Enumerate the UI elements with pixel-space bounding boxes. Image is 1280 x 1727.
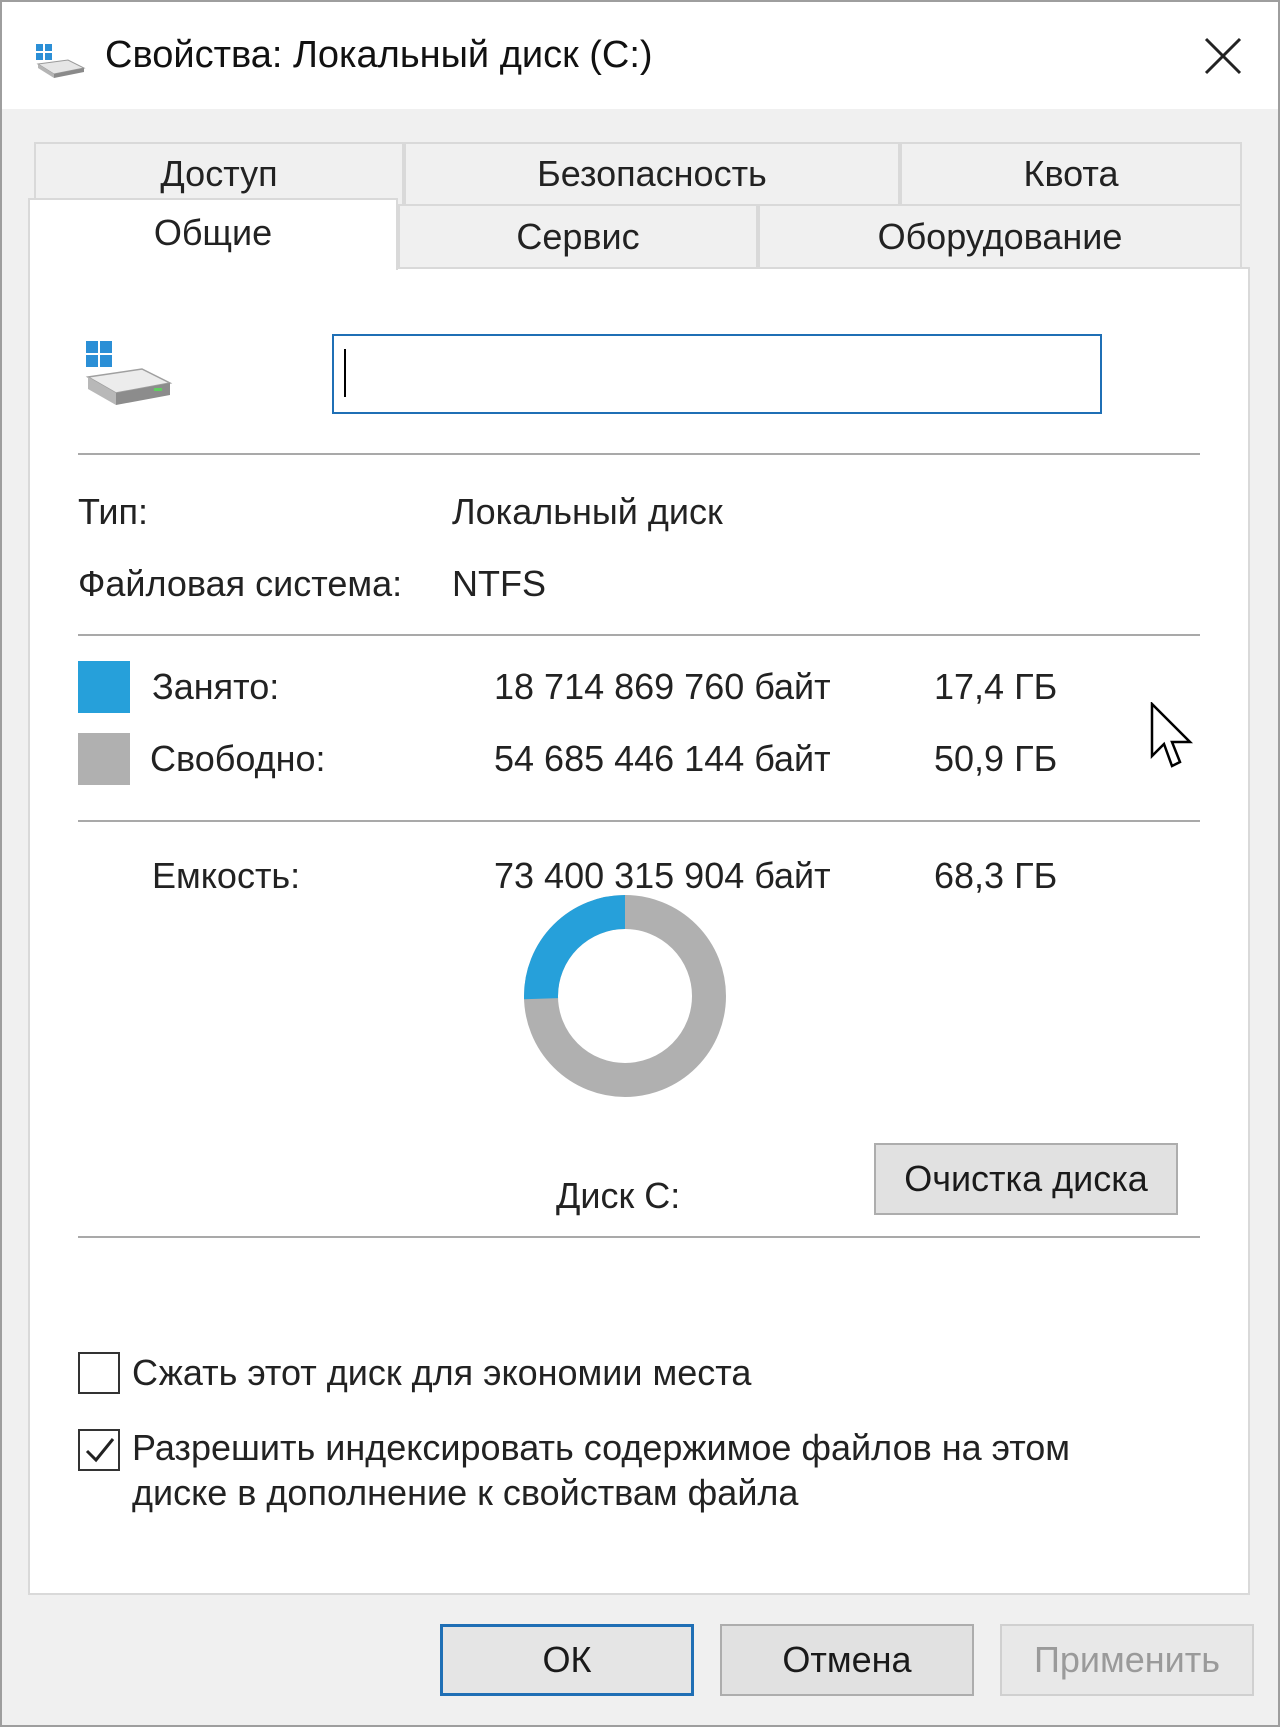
- free-size: 50,9 ГБ: [934, 738, 1058, 779]
- disk-cleanup-button[interactable]: Очистка диска: [874, 1143, 1178, 1215]
- free-space-swatch: [78, 733, 130, 785]
- divider: [78, 820, 1200, 822]
- tab-label: Доступ: [160, 153, 278, 194]
- tab-label: Сервис: [516, 215, 640, 257]
- window-title: Свойства: Локальный диск (C:): [105, 34, 653, 76]
- disk-usage-donut: [524, 895, 726, 1097]
- checkmark-icon: [85, 1438, 115, 1463]
- tab-label: Оборудование: [877, 215, 1123, 257]
- apply-button[interactable]: Применить: [1000, 1624, 1254, 1696]
- general-tab-panel: Тип: Локальный диск Файловая система: NT…: [28, 267, 1250, 1595]
- index-label-line2: диске в дополнение к свойствам файла: [132, 1472, 799, 1513]
- free-bytes: 54 685 446 144 байт: [494, 738, 831, 779]
- tab-general[interactable]: Общие: [28, 198, 398, 270]
- index-label-line1: Разрешить индексировать содержимое файло…: [132, 1427, 1071, 1468]
- properties-dialog: Свойства: Локальный диск (C:) Доступ Без…: [0, 0, 1280, 1727]
- title-bar: Свойства: Локальный диск (C:): [2, 2, 1278, 109]
- tab-label: Общие: [153, 212, 273, 253]
- used-bytes: 18 714 869 760 байт: [494, 666, 831, 707]
- used-space-swatch: [78, 661, 130, 713]
- drive-name-input[interactable]: [332, 334, 1102, 414]
- divider: [78, 453, 1200, 455]
- free-label: Свободно:: [150, 738, 326, 779]
- type-label: Тип:: [78, 491, 149, 532]
- filesystem-label: Файловая система:: [78, 563, 403, 604]
- used-size: 17,4 ГБ: [934, 666, 1058, 707]
- tab-tools[interactable]: Сервис: [398, 204, 758, 267]
- tab-access[interactable]: Доступ: [34, 142, 404, 204]
- capacity-bytes: 73 400 315 904 байт: [494, 855, 831, 896]
- tab-hardware[interactable]: Оборудование: [758, 204, 1242, 267]
- capacity-size: 68,3 ГБ: [934, 855, 1058, 896]
- drive-label: Диск C:: [556, 1175, 681, 1216]
- close-icon: [1204, 37, 1242, 74]
- tab-quota[interactable]: Квота: [900, 142, 1242, 204]
- compress-checkbox[interactable]: [78, 1352, 120, 1394]
- text-caret: [344, 349, 346, 397]
- tab-label: Безопасность: [537, 153, 767, 194]
- cancel-button[interactable]: Отмена: [720, 1624, 974, 1696]
- divider: [78, 1236, 1200, 1238]
- capacity-label: Емкость:: [152, 855, 301, 896]
- type-value: Локальный диск: [452, 491, 723, 532]
- filesystem-value: NTFS: [452, 563, 546, 604]
- ok-button[interactable]: ОК: [440, 1624, 694, 1696]
- index-checkbox[interactable]: [78, 1429, 120, 1471]
- drive-icon: [36, 44, 86, 78]
- tab-security[interactable]: Безопасность: [404, 142, 900, 204]
- close-button[interactable]: [1168, 2, 1278, 109]
- compress-label: Сжать этот диск для экономии места: [132, 1352, 752, 1393]
- used-label: Занято:: [152, 666, 280, 707]
- mouse-pointer-icon: [1150, 702, 1194, 768]
- divider: [78, 634, 1200, 636]
- local-disk-icon: [85, 341, 173, 405]
- tab-label: Квота: [1023, 153, 1119, 194]
